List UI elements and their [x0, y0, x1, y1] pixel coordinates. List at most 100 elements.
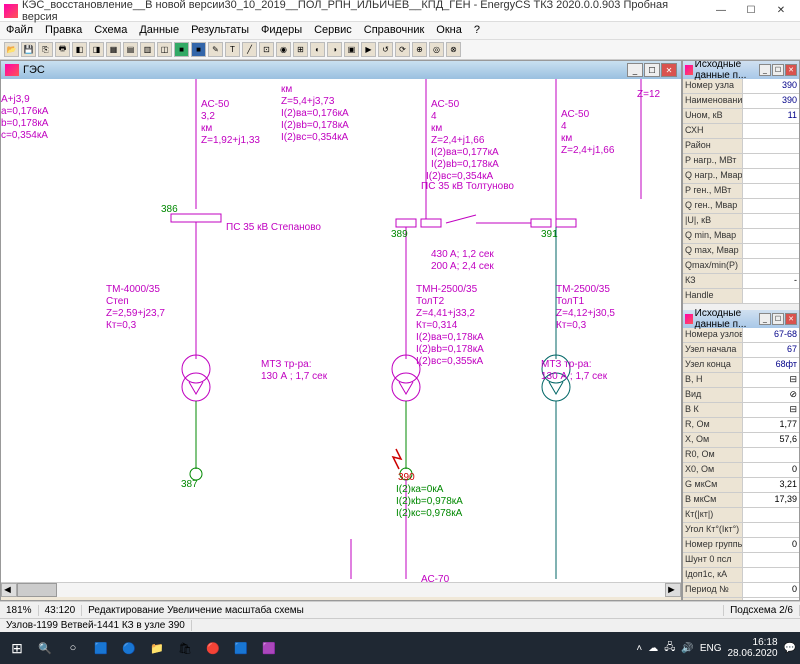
tool-12[interactable]: ■ [191, 42, 206, 57]
task-search[interactable]: 🔍 [32, 635, 58, 661]
tray-up-icon[interactable]: ˄ [636, 643, 642, 654]
prop-row[interactable]: СХН [683, 124, 799, 139]
prop-row[interactable]: |U|, кВ [683, 214, 799, 229]
prop-val[interactable] [743, 124, 799, 138]
prop-row[interactable]: В К⊟ [683, 403, 799, 418]
prop-row[interactable]: КЗ- [683, 274, 799, 289]
tool-21[interactable]: ▣ [344, 42, 359, 57]
task-word[interactable]: 🟦 [228, 635, 254, 661]
panel2-close[interactable]: ✕ [785, 313, 797, 325]
tray-vol-icon[interactable]: 🔊 [681, 643, 693, 654]
canvas-close[interactable]: ✕ [661, 63, 677, 77]
prop-val[interactable] [743, 568, 799, 582]
panel2-min[interactable]: _ [759, 313, 771, 325]
maximize-button[interactable]: ☐ [736, 2, 766, 20]
tool-pen[interactable]: ✎ [208, 42, 223, 57]
prop-val[interactable] [743, 214, 799, 228]
prop-row[interactable]: Номер группы0 [683, 538, 799, 553]
menu-data[interactable]: Данные [139, 24, 179, 37]
menu-file[interactable]: Файл [6, 24, 33, 37]
prop-val[interactable] [743, 523, 799, 537]
prop-val[interactable] [743, 448, 799, 462]
tool-23[interactable]: ↺ [378, 42, 393, 57]
prop-val[interactable]: Сущ [743, 598, 799, 601]
prop-val[interactable]: 1,77 [743, 418, 799, 432]
menu-reference[interactable]: Справочник [364, 24, 425, 37]
prop-row[interactable]: G мкСм3,21 [683, 478, 799, 493]
task-opera[interactable]: 🔴 [200, 635, 226, 661]
prop-val[interactable]: 0 [743, 538, 799, 552]
prop-row[interactable]: Узел конца68фт [683, 358, 799, 373]
prop-val[interactable]: 67-68 [743, 328, 799, 342]
prop-row[interactable]: Q ген., Мвар [683, 199, 799, 214]
prop-row[interactable]: Район [683, 139, 799, 154]
tool-line[interactable]: ╱ [242, 42, 257, 57]
prop-val[interactable]: 390 [743, 79, 799, 93]
prop-row[interactable]: Номера узлов67-68 [683, 328, 799, 343]
prop-val[interactable]: - [743, 274, 799, 288]
tray-notif-icon[interactable]: 💬 [784, 643, 796, 654]
tool-open[interactable]: 📂 [4, 42, 19, 57]
tool-24[interactable]: ⟳ [395, 42, 410, 57]
tool-5[interactable]: ◧ [72, 42, 87, 57]
prop-row[interactable]: Шунт 0 псл [683, 553, 799, 568]
task-app[interactable]: 🟪 [256, 635, 282, 661]
tool-20[interactable]: ◑ [327, 42, 342, 57]
tool-save[interactable]: 💾 [21, 42, 36, 57]
prop-val[interactable]: ⊟ [743, 403, 799, 417]
tool-7[interactable]: ▦ [106, 42, 121, 57]
menu-feeders[interactable]: Фидеры [261, 24, 302, 37]
prop-val[interactable] [743, 244, 799, 258]
prop-row[interactable]: Uном, кВ11 [683, 109, 799, 124]
prop-val[interactable]: 3,21 [743, 478, 799, 492]
panel1-close[interactable]: ✕ [785, 64, 797, 76]
menu-edit[interactable]: Правка [45, 24, 82, 37]
prop-row[interactable]: Q нагр., Мвар [683, 169, 799, 184]
prop-row[interactable]: Q max, Мвар [683, 244, 799, 259]
tool-16[interactable]: ⊡ [259, 42, 274, 57]
menu-windows[interactable]: Окна [436, 24, 462, 37]
panel1-min[interactable]: _ [759, 64, 771, 76]
panel2-max[interactable]: ☐ [772, 313, 784, 325]
prop-row[interactable]: СостояниеСущ [683, 598, 799, 601]
tray-net-icon[interactable]: 🖧 [664, 640, 675, 657]
tray-cloud-icon[interactable]: ☁ [648, 643, 658, 654]
prop-val[interactable] [743, 184, 799, 198]
prop-row[interactable]: P нагр., МВт [683, 154, 799, 169]
panel1-max[interactable]: ☐ [772, 64, 784, 76]
prop-val[interactable] [743, 154, 799, 168]
tool-18[interactable]: ⊞ [293, 42, 308, 57]
diagram-canvas[interactable]: A+j3,9a=0,176кАb=0,178кАc=0,354кААС-503,… [1, 79, 681, 582]
prop-row[interactable]: P ген., МВт [683, 184, 799, 199]
prop-row[interactable]: Кт(|кт|) [683, 508, 799, 523]
prop-val[interactable]: 0 [743, 583, 799, 597]
prop-row[interactable]: Узел начала67 [683, 343, 799, 358]
menu-scheme[interactable]: Схема [94, 24, 127, 37]
tool-copy[interactable]: ⎘ [38, 42, 53, 57]
tool-19[interactable]: ◐ [310, 42, 325, 57]
prop-row[interactable]: X, Ом57,6 [683, 433, 799, 448]
prop-val[interactable]: ⊟ [743, 373, 799, 387]
task-store[interactable]: 🛍 [172, 635, 198, 661]
menu-service[interactable]: Сервис [314, 24, 352, 37]
prop-row[interactable]: Handle [683, 289, 799, 304]
tool-10[interactable]: ◫ [157, 42, 172, 57]
tool-25[interactable]: ⊕ [412, 42, 427, 57]
menu-results[interactable]: Результаты [191, 24, 249, 37]
prop-val[interactable]: 17,39 [743, 493, 799, 507]
tool-9[interactable]: ▥ [140, 42, 155, 57]
tray-time[interactable]: 16:18 [753, 637, 778, 648]
prop-row[interactable]: Период №0 [683, 583, 799, 598]
menu-help[interactable]: ? [474, 24, 480, 37]
task-explorer[interactable]: 📁 [144, 635, 170, 661]
prop-val[interactable] [743, 289, 799, 303]
task-edge[interactable]: 🟦 [88, 635, 114, 661]
prop-val[interactable] [743, 553, 799, 567]
prop-val[interactable] [743, 169, 799, 183]
prop-val[interactable] [743, 229, 799, 243]
hscrollbar[interactable]: ◄► [1, 582, 681, 597]
tool-8[interactable]: ▤ [123, 42, 138, 57]
start-button[interactable]: ⊞ [4, 635, 30, 661]
prop-val[interactable]: 57,6 [743, 433, 799, 447]
tool-print[interactable]: 🖶 [55, 42, 70, 57]
